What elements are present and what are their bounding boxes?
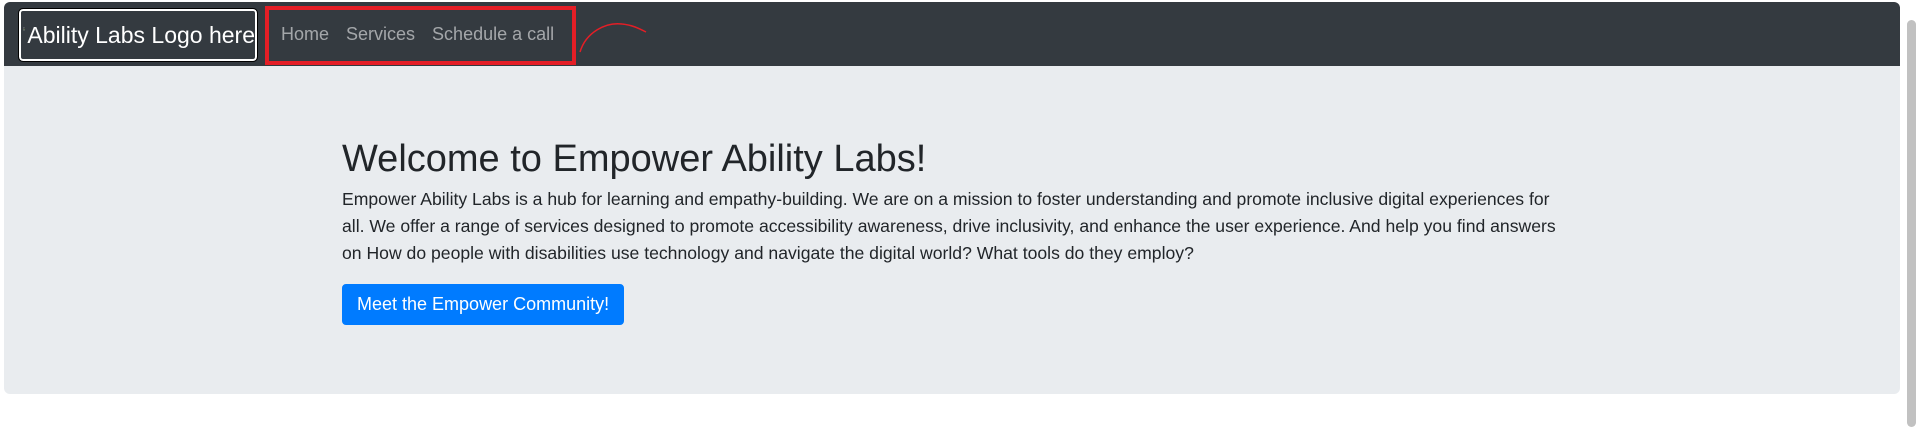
vertical-scrollbar[interactable]: [1903, 0, 1920, 427]
hero-description: Empower Ability Labs is a hub for learni…: [342, 189, 1556, 263]
nav-link-services[interactable]: Services: [346, 24, 415, 45]
scrollbar-thumb[interactable]: [1907, 20, 1916, 427]
nav-link-home[interactable]: Home: [281, 24, 329, 45]
logo-link[interactable]: Ability Labs Logo here: [18, 8, 258, 62]
broken-image-icon: [23, 27, 26, 31]
navbar: Ability Labs Logo here Home Services Sch…: [4, 2, 1900, 66]
logo-alt-text: Ability Labs Logo here: [27, 22, 255, 48]
hero-title: Welcome to Empower Ability Labs!: [342, 138, 927, 180]
nav-link-schedule-call[interactable]: Schedule a call: [432, 24, 554, 45]
nav-links: Home Services Schedule a call: [281, 2, 571, 66]
page-frame: Ability Labs Logo here Home Services Sch…: [4, 2, 1900, 394]
meet-community-button[interactable]: Meet the Empower Community!: [342, 284, 625, 325]
annotation-arc-icon: [579, 23, 647, 53]
hero-section: Welcome to Empower Ability Labs! Empower…: [4, 66, 1900, 394]
